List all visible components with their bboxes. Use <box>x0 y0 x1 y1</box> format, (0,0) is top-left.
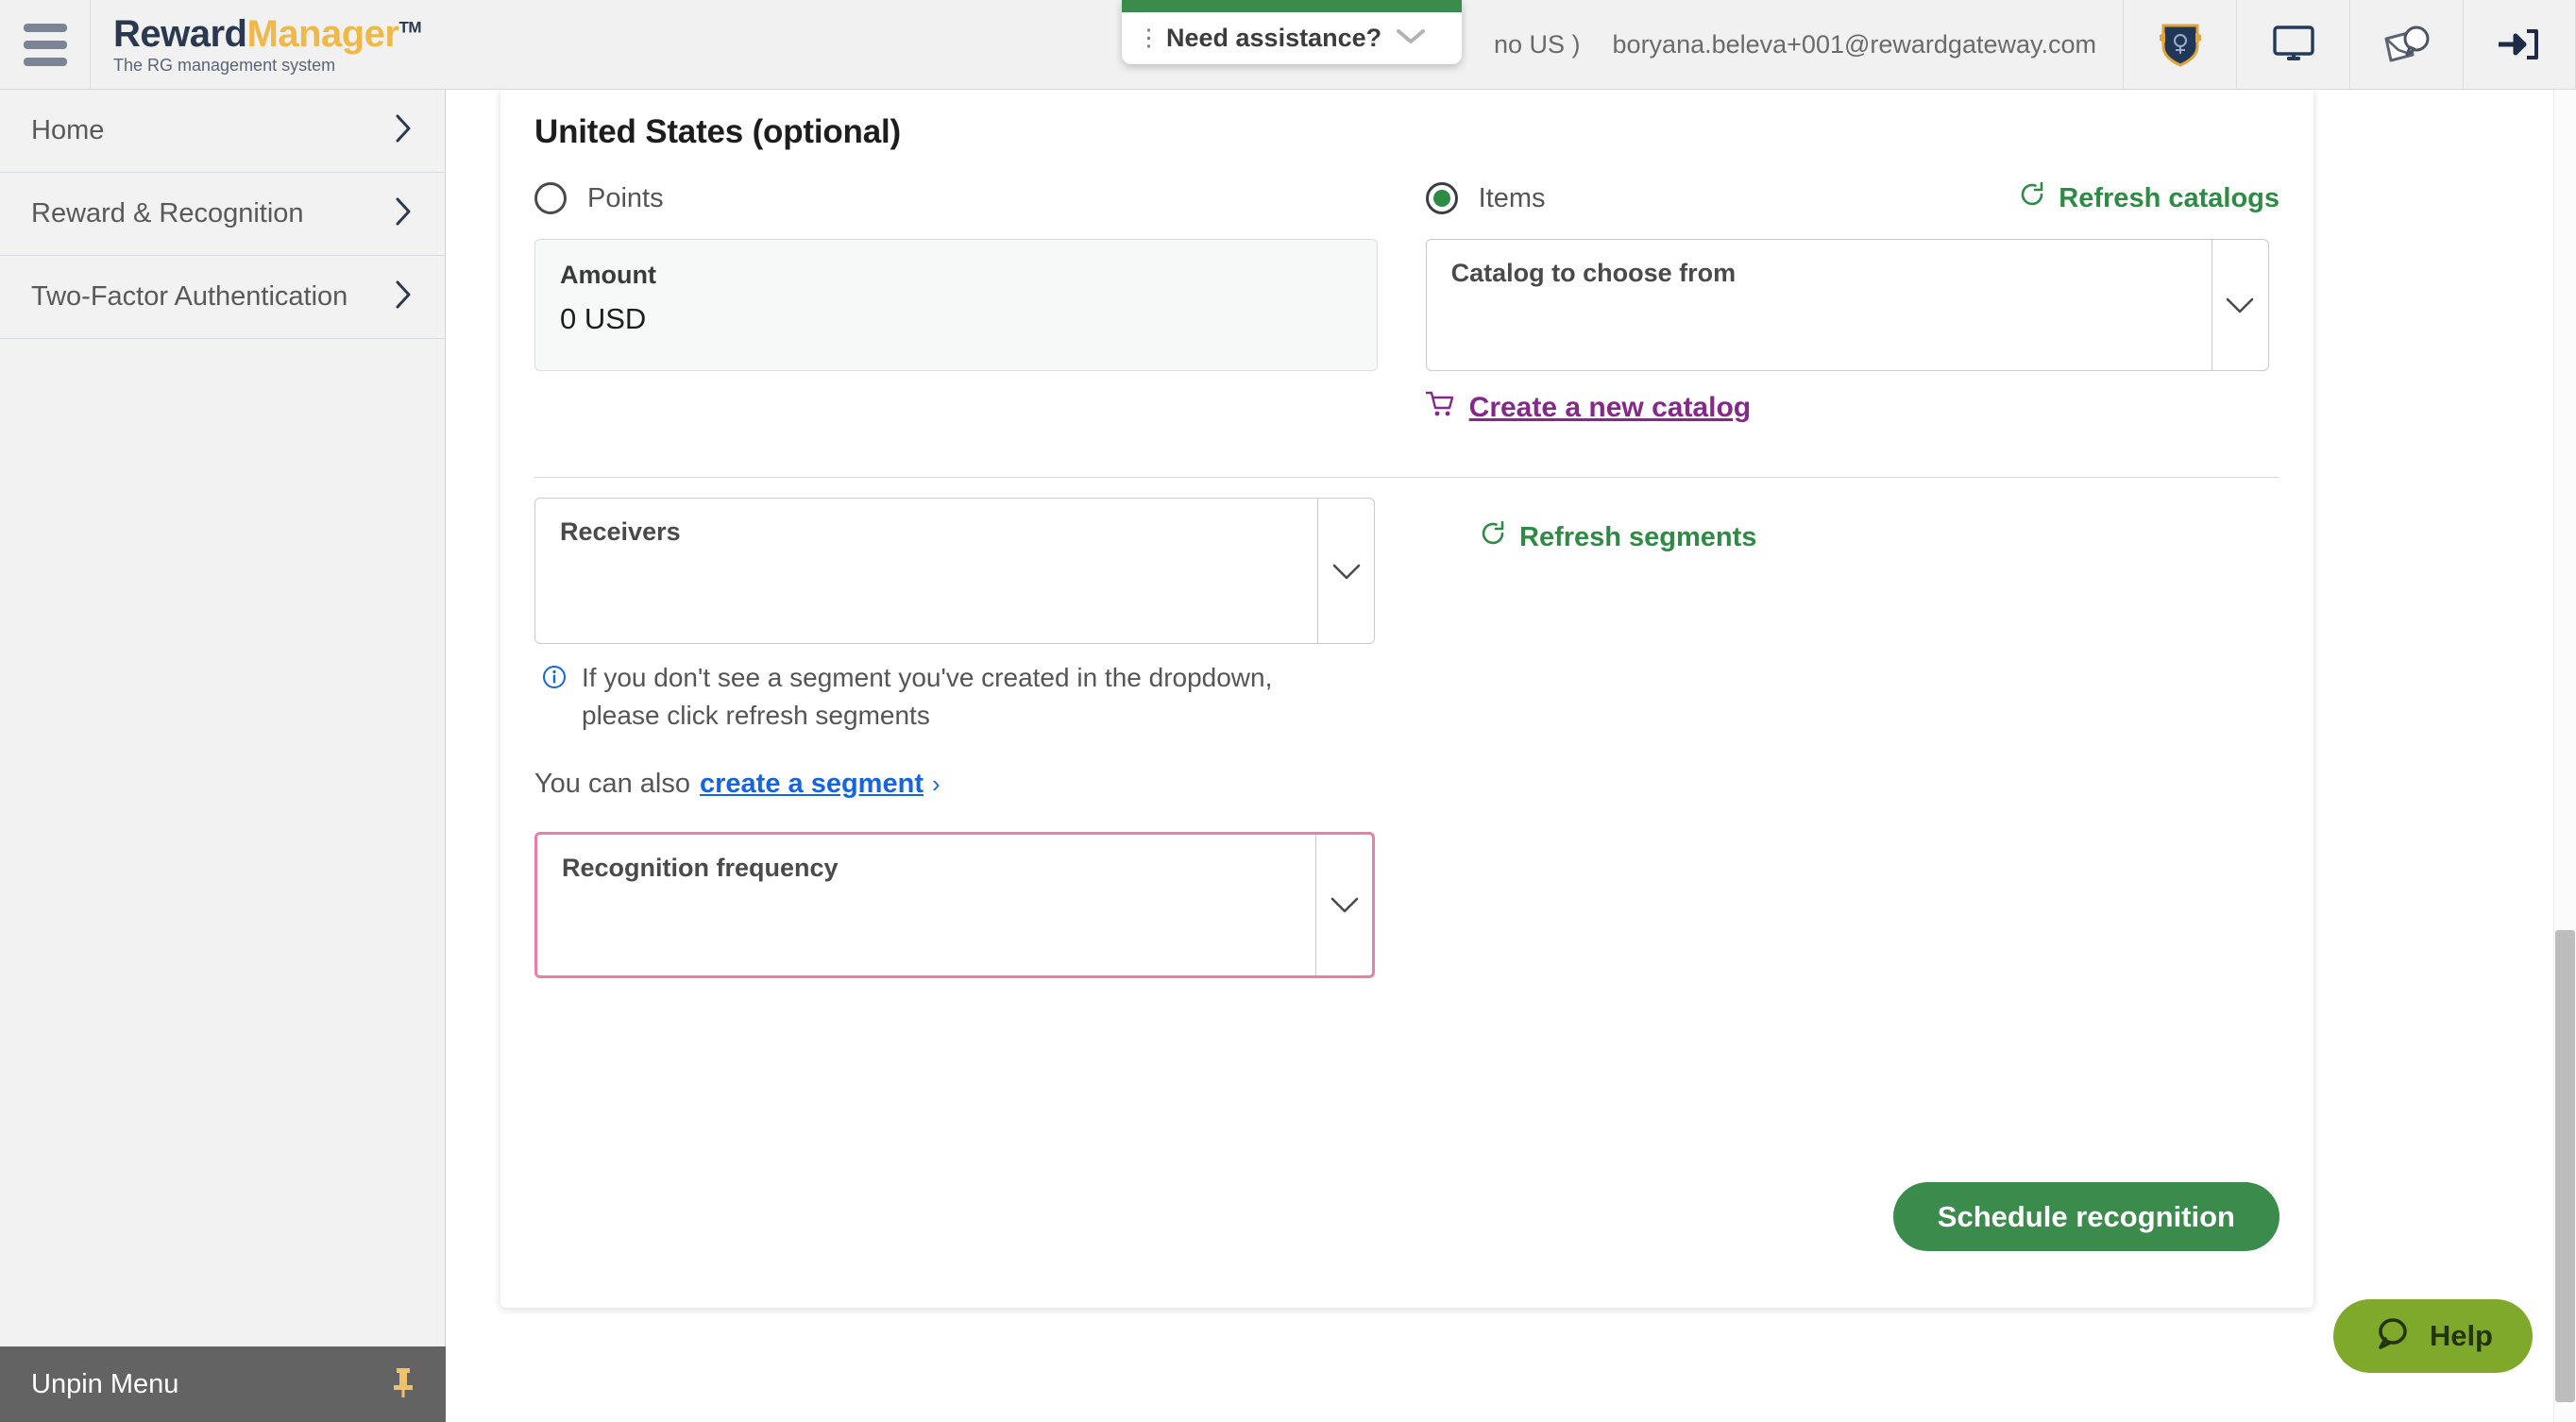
refresh-icon <box>1479 519 1507 555</box>
frequency-wrapper: Recognition frequency <box>534 831 1441 978</box>
chevron-down-icon[interactable] <box>2211 240 2268 370</box>
sidebar: Home Reward & Recognition Two-Factor Aut… <box>0 90 446 1422</box>
sidebar-item-label: Reward & Recognition <box>31 198 304 229</box>
refresh-icon <box>2018 180 2046 216</box>
hamburger-bar <box>23 57 67 66</box>
chevron-down-icon[interactable] <box>1395 25 1427 51</box>
recognition-form-card: United States (optional) Points Amount 0… <box>500 90 2313 1308</box>
amount-label: Amount <box>560 261 656 289</box>
card-inner-lower: Receivers If you don't see a segment you… <box>500 478 2313 978</box>
logout-icon[interactable] <box>2463 0 2576 89</box>
items-radio[interactable] <box>1425 182 1458 214</box>
sidebar-item-reward-recognition[interactable]: Reward & Recognition <box>0 173 445 256</box>
brand-subtitle: The RG management system <box>113 55 336 75</box>
chevron-down-icon[interactable] <box>1317 499 1374 643</box>
refresh-catalogs-button[interactable]: Refresh catalogs <box>2018 180 2279 216</box>
account-context: no US ) <box>1493 29 1581 59</box>
info-icon <box>542 665 567 735</box>
create-segment-row: You can also create a segment › <box>534 769 1441 800</box>
monitor-icon[interactable] <box>2236 0 2349 89</box>
receivers-column: Receivers If you don't see a segment you… <box>534 478 1441 978</box>
points-column: Points Amount 0 USD <box>534 178 1426 426</box>
catalog-select[interactable]: Catalog to choose from <box>1425 239 2269 371</box>
create-new-catalog-link[interactable]: Create a new catalog <box>1425 390 1752 426</box>
recognition-frequency-select[interactable]: Recognition frequency <box>534 831 1375 978</box>
main-content: United States (optional) Points Amount 0… <box>446 90 2564 1422</box>
chevron-right-icon <box>394 196 413 232</box>
options-columns: Points Amount 0 USD Items Refresh catalo… <box>534 178 2279 426</box>
card-inner: United States (optional) Points Amount 0… <box>500 90 2313 426</box>
items-column: Items Refresh catalogs Catalog to choose… <box>1425 178 2279 426</box>
receivers-select-field[interactable]: Receivers <box>535 499 1317 643</box>
frequency-select-field[interactable]: Recognition frequency <box>537 835 1315 975</box>
sidebar-item-two-factor-authentication[interactable]: Two-Factor Authentication <box>0 256 445 339</box>
divider-wrapper <box>500 426 2313 478</box>
assistance-accent-bar <box>1122 0 1462 12</box>
refresh-catalogs-label: Refresh catalogs <box>2059 182 2279 213</box>
hamburger-bar <box>23 40 67 49</box>
unpin-menu-label: Unpin Menu <box>31 1368 179 1399</box>
items-radio-label: Items <box>1478 182 1546 213</box>
help-widget-label: Help <box>2429 1319 2493 1352</box>
page-scrollbar[interactable] <box>2553 90 2576 1422</box>
account-email: boryana.beleva+001@rewardgateway.com <box>1612 29 2096 59</box>
refresh-segments-button[interactable]: Refresh segments <box>1479 519 1756 555</box>
chevron-right-icon <box>394 279 413 315</box>
points-radio-label: Points <box>587 182 664 213</box>
refresh-segments-column: Refresh segments <box>1441 478 1756 555</box>
segment-info-note: If you don't see a segment you've create… <box>534 659 1441 735</box>
create-segment-link[interactable]: create a segment <box>700 769 924 800</box>
shield-badge-icon[interactable] <box>2123 0 2236 89</box>
chevron-right-icon <box>394 113 413 149</box>
create-new-catalog-label: Create a new catalog <box>1468 392 1752 423</box>
chat-bubble-icon <box>2373 1315 2411 1358</box>
brand-trademark: TM <box>398 18 422 37</box>
sidebar-item-home[interactable]: Home <box>0 90 445 173</box>
brand-title-part2: Manager <box>246 12 400 55</box>
assistance-title: Need assistance? <box>1166 24 1382 52</box>
frequency-select-label: Recognition frequency <box>562 853 839 882</box>
sidebar-item-label: Home <box>31 115 105 145</box>
catalog-select-label: Catalog to choose from <box>1450 259 1737 287</box>
catalog-select-field[interactable]: Catalog to choose from <box>1427 240 2212 370</box>
hamburger-menu-icon[interactable] <box>0 0 91 89</box>
amount-value: 0 USD <box>560 302 647 335</box>
assistance-menu-dots-icon[interactable]: ⋮ <box>1137 26 1161 50</box>
shopping-cart-icon <box>1425 390 1456 426</box>
brand-logo[interactable]: RewardManagerTM The RG management system <box>91 12 422 76</box>
need-assistance-popup[interactable]: ⋮ Need assistance? <box>1122 0 1462 64</box>
receivers-select[interactable]: Receivers <box>534 498 1375 644</box>
schedule-recognition-button[interactable]: Schedule recognition <box>1892 1182 2279 1251</box>
items-radio-row[interactable]: Items Refresh catalogs <box>1425 178 2279 219</box>
help-widget-button[interactable]: Help <box>2332 1299 2533 1373</box>
brand-title: RewardManagerTM <box>113 12 422 55</box>
envelope-chat-icon[interactable] <box>2349 0 2463 89</box>
segment-info-text: If you don't see a segment you've create… <box>582 659 1272 735</box>
sidebar-item-label: Two-Factor Authentication <box>31 281 348 312</box>
points-radio[interactable] <box>534 182 567 214</box>
scrollbar-thumb[interactable] <box>2555 930 2575 1402</box>
account-info: no US ) boryana.beleva+001@rewardgateway… <box>1494 0 2123 89</box>
segment-info-line1: If you don't see a segment you've create… <box>582 663 1273 692</box>
hamburger-bar <box>23 23 67 32</box>
receivers-row: Receivers If you don't see a segment you… <box>534 478 2279 978</box>
chevron-right-icon: › <box>931 769 941 798</box>
segment-info-line2: please click refresh segments <box>582 700 930 730</box>
header-right-cluster: no US ) boryana.beleva+001@rewardgateway… <box>1494 0 2576 89</box>
page-title: United States (optional) <box>534 113 901 150</box>
assistance-body[interactable]: ⋮ Need assistance? <box>1122 12 1462 64</box>
brand-title-part1: Reward <box>113 12 247 55</box>
unpin-menu-button[interactable]: Unpin Menu <box>0 1346 446 1422</box>
refresh-segments-label: Refresh segments <box>1519 521 1757 552</box>
amount-field[interactable]: Amount 0 USD <box>534 239 1378 371</box>
pushpin-icon[interactable] <box>389 1365 417 1404</box>
create-segment-prefix: You can also <box>534 768 691 799</box>
receivers-select-label: Receivers <box>560 517 681 546</box>
points-radio-row[interactable]: Points <box>534 178 1426 219</box>
chevron-down-icon[interactable] <box>1315 834 1372 975</box>
